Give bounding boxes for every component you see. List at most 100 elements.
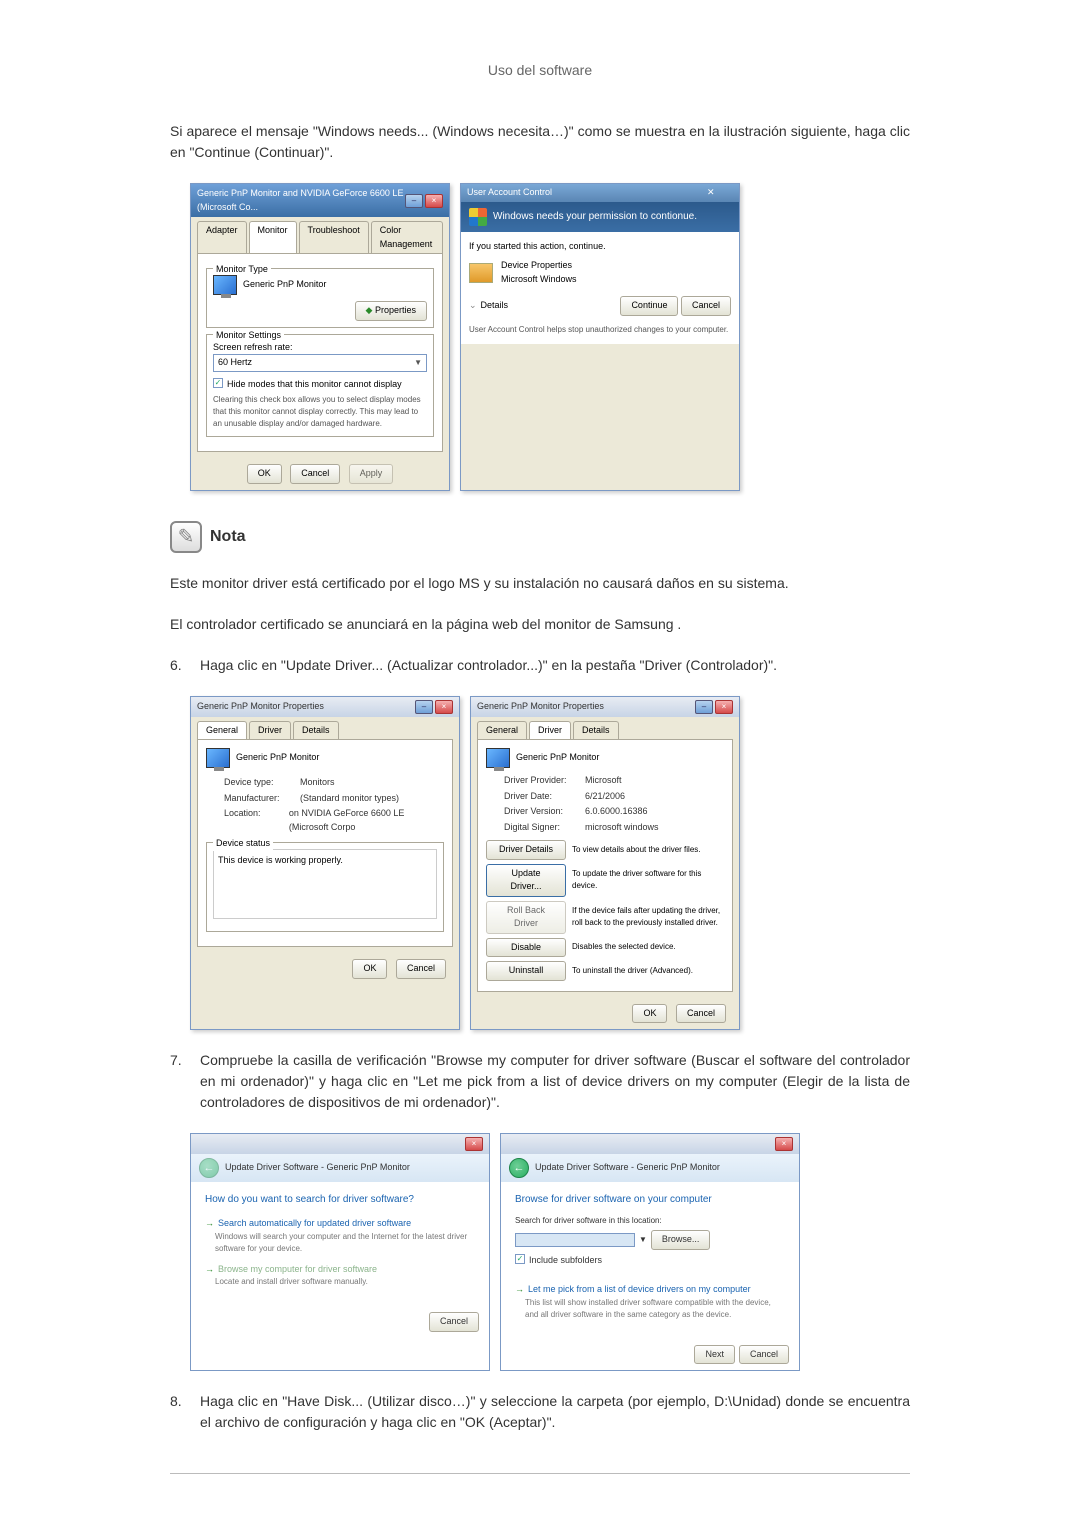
apply-button[interactable]: Apply [349,464,394,484]
step-6: 6. Haga clic en "Update Driver... (Actua… [170,655,910,676]
monitor-properties-dialog: Generic PnP Monitor and NVIDIA GeForce 6… [190,183,450,491]
details-label[interactable]: Details [481,299,509,313]
tab-details[interactable]: Details [573,721,619,740]
wizard1-heading: How do you want to search for driver sof… [205,1192,475,1207]
monitor-icon [213,275,237,295]
wizard2-option-pick[interactable]: →Let me pick from a list of device drive… [515,1283,785,1321]
tab-color-management[interactable]: Color Management [371,221,443,253]
close-icon[interactable]: × [465,1137,483,1151]
step-text: Haga clic en "Update Driver... (Actualiz… [200,655,910,676]
arrow-icon: → [205,1218,214,1228]
rollback-driver-button[interactable]: Roll Back Driver [486,901,566,934]
tab-troubleshoot[interactable]: Troubleshoot [299,221,369,253]
minimize-icon[interactable]: – [695,700,713,714]
close-icon[interactable]: × [715,700,733,714]
note-paragraph-2: El controlador certificado se anunciará … [170,614,910,635]
tab-monitor[interactable]: Monitor [249,221,297,253]
update-driver-button[interactable]: Update Driver... [486,864,566,897]
minimize-icon[interactable]: – [415,700,433,714]
note-paragraph-1: Este monitor driver está certificado por… [170,573,910,594]
device-status-legend: Device status [213,837,273,851]
hide-modes-desc: Clearing this check box allows you to se… [213,394,427,430]
uac-header: Windows needs your permission to contion… [461,202,739,232]
tab-general[interactable]: General [477,721,527,740]
monitor-icon [486,748,510,768]
uac-started-text: If you started this action, continue. [469,240,731,254]
continue-button[interactable]: Continue [620,296,678,316]
uac-action-row: ⌄ Details Continue Cancel [469,296,731,316]
step-7: 7. Compruebe la casilla de verificación … [170,1050,910,1113]
cancel-button[interactable]: Cancel [290,464,340,484]
tab-driver[interactable]: Driver [249,721,291,740]
back-icon[interactable]: ← [199,1158,219,1178]
step-number: 8. [170,1391,200,1433]
chevron-down-icon[interactable]: ⌄ [469,299,477,313]
cancel-button[interactable]: Cancel [396,959,446,979]
step-8: 8. Haga clic en "Have Disk... (Utilizar … [170,1391,910,1433]
monitor-dialog-title: Generic PnP Monitor and NVIDIA GeForce 6… [197,187,405,214]
chevron-down-icon[interactable]: ▼ [639,1234,647,1246]
tab-details[interactable]: Details [293,721,339,740]
disable-button[interactable]: Disable [486,938,566,958]
wizard2-title-row: ← Update Driver Software - Generic PnP M… [501,1154,799,1182]
ok-button[interactable]: OK [247,464,282,484]
wizard1-option-browse[interactable]: →Browse my computer for driver software … [205,1263,475,1289]
tab-general[interactable]: General [197,721,247,740]
device-name: Generic PnP Monitor [516,751,599,765]
browse-button[interactable]: Browse... [651,1230,711,1250]
uac-device-row: Device Properties Microsoft Windows [469,259,731,286]
next-button[interactable]: Next [694,1345,735,1365]
figure-row-1: Generic PnP Monitor and NVIDIA GeForce 6… [190,183,890,491]
properties-button[interactable]: ◆ Properties [355,301,427,321]
location-input[interactable] [515,1233,635,1247]
device-status-text: This device is working properly. [213,849,437,919]
checkbox-icon: ✓ [515,1254,525,1264]
monitor-dialog-tabs: Adapter Monitor Troubleshoot Color Manag… [191,217,449,253]
cancel-button[interactable]: Cancel [676,1004,726,1024]
page-header: Uso del software [170,60,910,81]
close-icon[interactable]: ✕ [707,186,733,200]
ok-button[interactable]: OK [632,1004,667,1024]
cancel-button[interactable]: Cancel [739,1345,789,1365]
close-icon[interactable]: × [775,1137,793,1151]
close-icon[interactable]: × [425,194,443,208]
hide-modes-checkbox[interactable]: ✓ Hide modes that this monitor cannot di… [213,378,427,392]
monitor-dialog-titlebar: Generic PnP Monitor and NVIDIA GeForce 6… [191,184,449,217]
step-number: 7. [170,1050,200,1113]
wizard-search-dialog: × ← Update Driver Software - Generic PnP… [190,1133,490,1371]
uninstall-button[interactable]: Uninstall [486,961,566,981]
uac-body: If you started this action, continue. De… [461,232,739,344]
monitor-dialog-buttons: OK Cancel Apply [191,458,449,490]
arrow-icon: → [515,1284,524,1294]
cancel-button[interactable]: Cancel [429,1312,479,1332]
device-icon [469,263,493,283]
monitor-name: Generic PnP Monitor [243,278,326,292]
step-text: Haga clic en "Have Disk... (Utilizar dis… [200,1391,910,1433]
refresh-rate-select[interactable]: 60 Hertz ▼ [213,354,427,372]
props-driver-dialog: Generic PnP Monitor Properties – × Gener… [470,696,740,1031]
props-general-dialog: Generic PnP Monitor Properties – × Gener… [190,696,460,1031]
footer-divider [170,1473,910,1474]
back-icon[interactable]: ← [509,1158,529,1178]
figure-row-2: Generic PnP Monitor Properties – × Gener… [190,696,890,1031]
monitor-icon [206,748,230,768]
shield-icon [469,208,487,226]
minimize-icon[interactable]: – [405,194,423,208]
step-number: 6. [170,655,200,676]
note-header: ✎ Nota [170,521,910,553]
tab-adapter[interactable]: Adapter [197,221,247,253]
chevron-down-icon: ▼ [414,357,422,369]
include-subfolders-checkbox[interactable]: ✓ Include subfolders [515,1254,785,1268]
wizard1-title-row: ← Update Driver Software - Generic PnP M… [191,1154,489,1182]
driver-details-button[interactable]: Driver Details [486,840,566,860]
shield-mini-icon: ◆ [366,305,373,315]
figure-row-3: × ← Update Driver Software - Generic PnP… [190,1133,890,1371]
note-icon: ✎ [170,521,202,553]
wizard1-option-auto[interactable]: →Search automatically for updated driver… [205,1217,475,1255]
ok-button[interactable]: OK [352,959,387,979]
cancel-button[interactable]: Cancel [681,296,731,316]
tab-driver[interactable]: Driver [529,721,571,740]
close-icon[interactable]: × [435,700,453,714]
refresh-rate-label: Screen refresh rate: [213,341,427,355]
step-text: Compruebe la casilla de verificación "Br… [200,1050,910,1113]
